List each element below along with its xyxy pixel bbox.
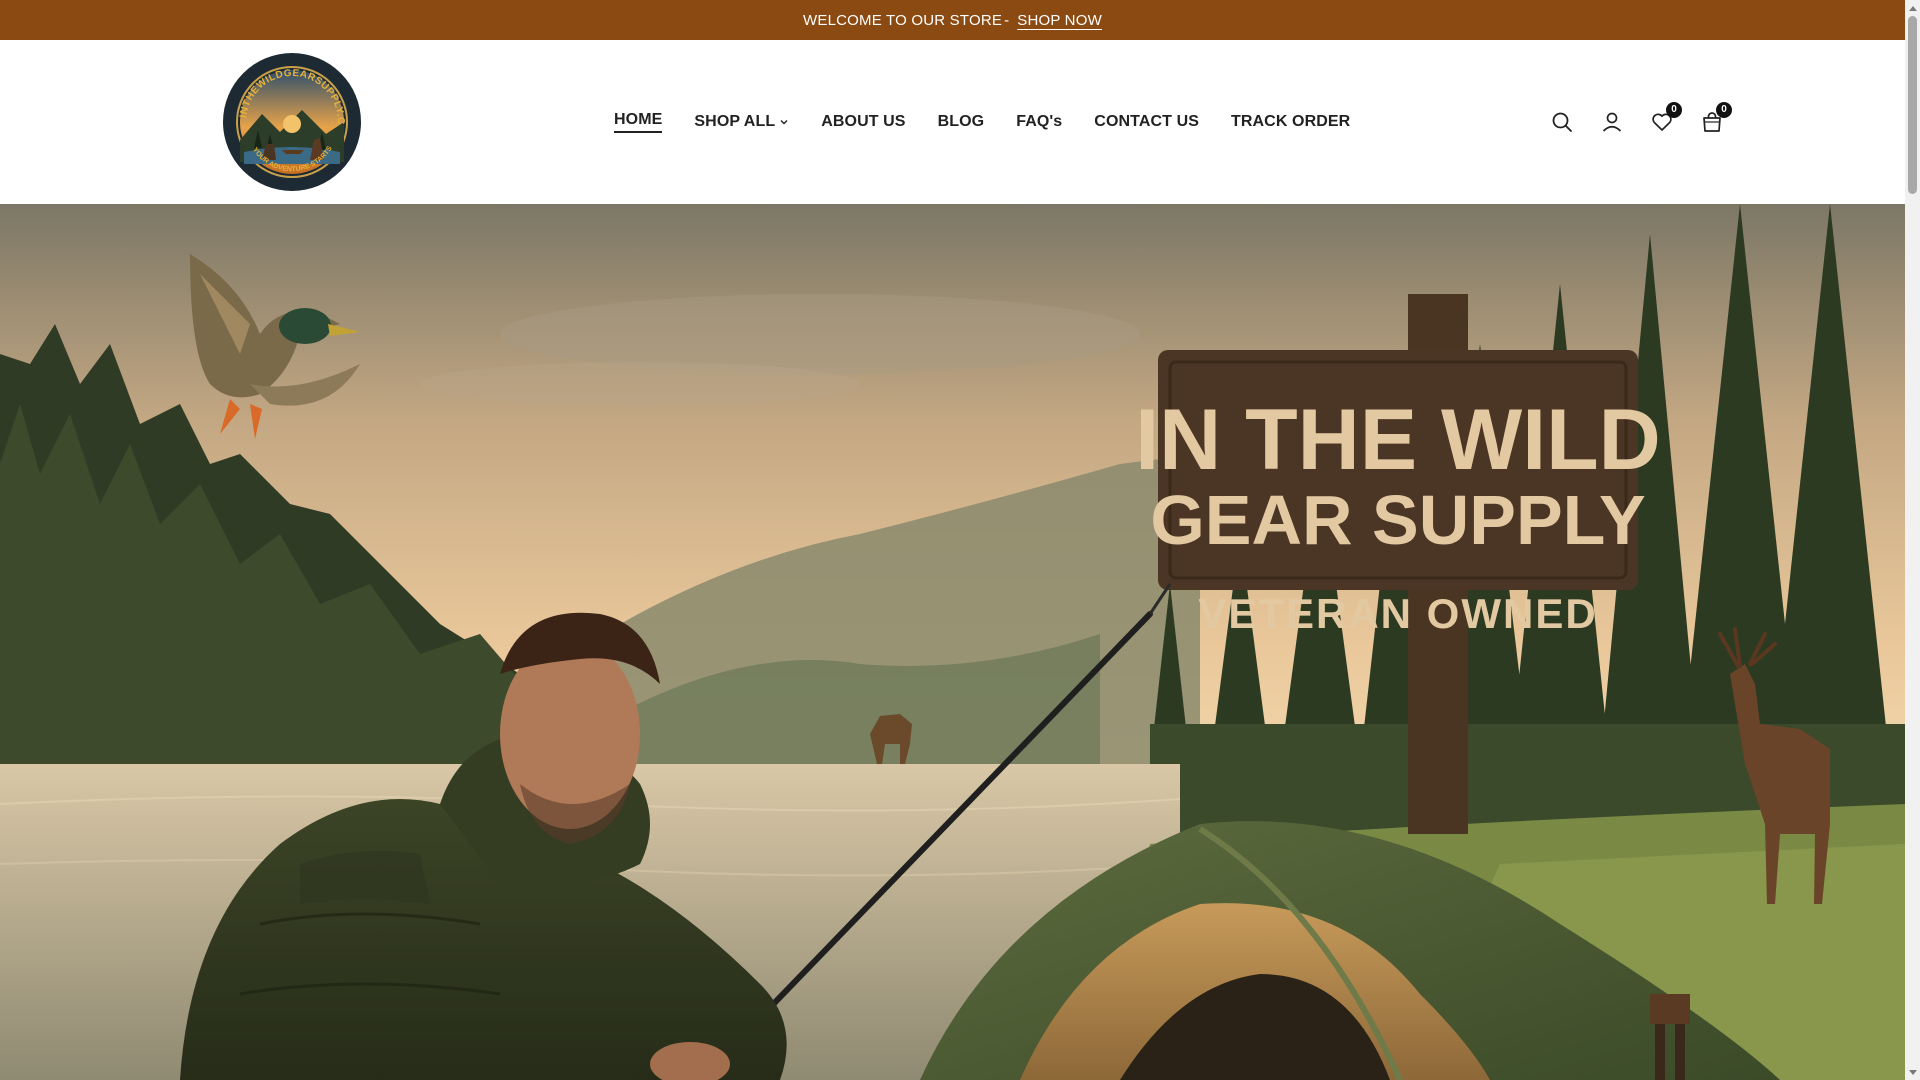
account-button[interactable]: [1600, 110, 1624, 134]
site-header: INTHEWILDGEARSUPPLY.COM YOUR ADVENTURE S…: [0, 40, 1905, 204]
nav-shop-all[interactable]: SHOP ALL: [694, 113, 789, 131]
sign-line-3: VETERAN OWNED: [1198, 590, 1597, 637]
announcement-separator: -: [1004, 11, 1010, 29]
nav-about-us-label: ABOUT US: [821, 113, 906, 130]
nav-about-us[interactable]: ABOUT US: [821, 113, 905, 131]
wishlist-button[interactable]: 0: [1650, 102, 1682, 134]
nav-home-label: HOME: [614, 111, 663, 133]
site-logo[interactable]: INTHEWILDGEARSUPPLY.COM YOUR ADVENTURE S…: [222, 52, 362, 192]
scroll-up-arrow[interactable]: [1905, 0, 1920, 15]
nav-contact-us[interactable]: CONTACT US: [1094, 113, 1199, 131]
hero-image: IN THE WILD GEAR SUPPLY VETERAN OWNED: [0, 204, 1905, 1080]
nav-faqs[interactable]: FAQ's: [1016, 113, 1062, 131]
scroll-thumb[interactable]: [1908, 16, 1917, 194]
arrow-up-icon: [1908, 5, 1917, 11]
logo-emblem: INTHEWILDGEARSUPPLY.COM YOUR ADVENTURE S…: [222, 52, 361, 191]
sign-line-1: IN THE WILD: [1135, 392, 1661, 488]
nav-shop-all-label: SHOP ALL: [694, 113, 776, 130]
main-nav: HOME SHOP ALL ABOUT US BLOG FAQ's CONTAC…: [614, 40, 1350, 204]
nav-blog-label: BLOG: [937, 113, 985, 130]
arrow-down-icon: [1908, 1069, 1917, 1075]
cart-count-badge: 0: [1716, 102, 1732, 118]
user-icon: [1602, 112, 1622, 132]
nav-home[interactable]: HOME: [614, 111, 663, 133]
nav-track-order-label: TRACK ORDER: [1231, 113, 1351, 130]
page-scrollbar[interactable]: [1905, 0, 1920, 1080]
search-icon: [1552, 112, 1572, 132]
announcement-bar: WELCOME TO OUR STORE - SHOP NOW: [0, 0, 1905, 40]
nav-track-order[interactable]: TRACK ORDER: [1231, 113, 1350, 131]
sign-line-2: GEAR SUPPLY: [1150, 481, 1645, 559]
nav-blog[interactable]: BLOG: [938, 113, 985, 131]
header-actions: 0 0: [1550, 40, 1732, 204]
nav-contact-us-label: CONTACT US: [1094, 113, 1199, 130]
chevron-down-icon: [780, 120, 788, 125]
shop-now-link[interactable]: SHOP NOW: [1017, 12, 1102, 29]
cart-button[interactable]: 0: [1700, 102, 1732, 134]
announcement-text: WELCOME TO OUR STORE: [803, 11, 1003, 29]
nav-faqs-label: FAQ's: [1016, 113, 1063, 130]
search-button[interactable]: [1550, 110, 1574, 134]
wishlist-count-badge: 0: [1666, 102, 1682, 118]
scroll-down-arrow[interactable]: [1905, 1065, 1920, 1080]
hero-banner[interactable]: IN THE WILD GEAR SUPPLY VETERAN OWNED: [0, 204, 1905, 1080]
